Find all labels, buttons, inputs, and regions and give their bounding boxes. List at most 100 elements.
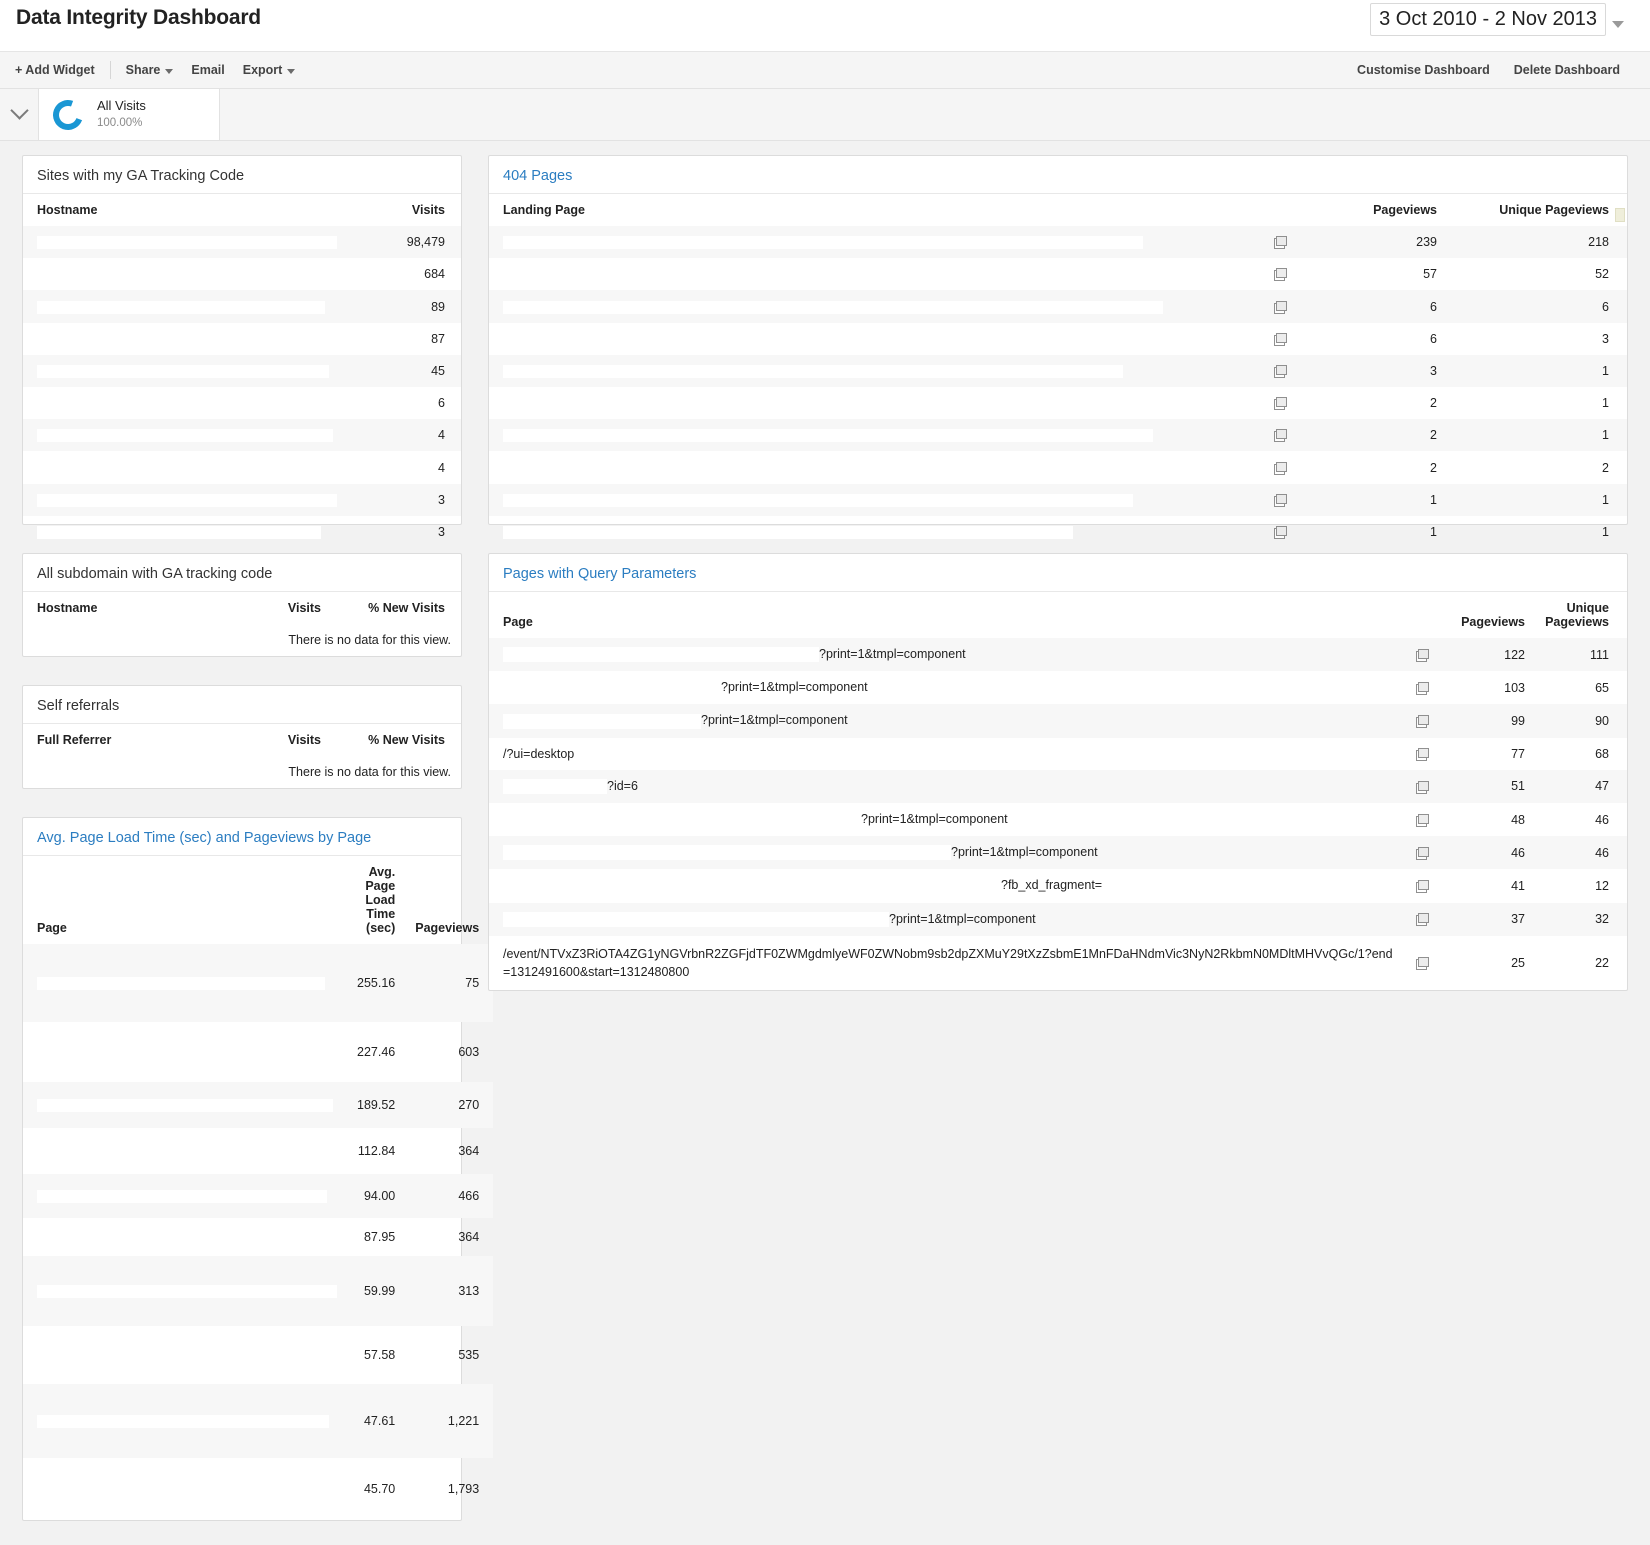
external-link-icon[interactable]	[1274, 397, 1287, 410]
table-row[interactable]: 4	[23, 451, 461, 483]
table-row[interactable]: ?print=1&tmpl=component 103 65	[489, 671, 1627, 704]
column-header-unique-pageviews[interactable]: Unique Pageviews	[1447, 194, 1627, 226]
column-header-hostname[interactable]: Hostname	[23, 194, 347, 226]
external-link-icon[interactable]	[1416, 682, 1429, 695]
open-in-new-window-cell[interactable]	[1264, 323, 1297, 355]
table-row[interactable]: 1 1	[489, 484, 1627, 516]
external-link-icon[interactable]	[1274, 365, 1287, 378]
table-row[interactable]: 94.00 466	[23, 1174, 493, 1218]
table-row[interactable]: 3 1	[489, 355, 1627, 387]
open-in-new-window-cell[interactable]	[1406, 936, 1439, 990]
table-row[interactable]: /event/NTVxZ3RiOTA4ZG1yNGVrbnR2ZGFjdTF0Z…	[489, 936, 1627, 990]
table-row[interactable]: 2 1	[489, 387, 1627, 419]
column-header-landing-page[interactable]: Landing Page	[489, 194, 1264, 226]
column-header-full-referrer[interactable]: Full Referrer	[23, 724, 211, 756]
external-link-icon[interactable]	[1274, 268, 1287, 281]
external-link-icon[interactable]	[1416, 957, 1429, 970]
open-in-new-window-cell[interactable]	[1406, 836, 1439, 869]
widget-title[interactable]: Pages with Query Parameters	[503, 566, 696, 582]
table-row[interactable]: 98,479	[23, 226, 461, 258]
table-row[interactable]: 189.52 270	[23, 1082, 493, 1128]
widget-title[interactable]: 404 Pages	[503, 168, 572, 184]
open-in-new-window-cell[interactable]	[1406, 738, 1439, 770]
table-row[interactable]: 6 6	[489, 290, 1627, 322]
table-row[interactable]: 45.70 1,793	[23, 1458, 493, 1520]
table-row[interactable]: 227.46 603	[23, 1022, 493, 1082]
open-in-new-window-cell[interactable]	[1264, 290, 1297, 322]
table-row[interactable]: ?print=1&tmpl=component 48 46	[489, 803, 1627, 836]
external-link-icon[interactable]	[1416, 649, 1429, 662]
table-row[interactable]: 2 1	[489, 419, 1627, 451]
external-link-icon[interactable]	[1274, 333, 1287, 346]
open-in-new-window-cell[interactable]	[1406, 869, 1439, 902]
table-row[interactable]: ?id=6 51 47	[489, 770, 1627, 803]
table-row[interactable]: ?print=1&tmpl=component 99 90	[489, 704, 1627, 737]
external-link-icon[interactable]	[1274, 236, 1287, 249]
table-row[interactable]: 239 218	[489, 226, 1627, 258]
chevron-down-icon[interactable]	[1612, 21, 1624, 28]
table-row[interactable]: 255.16 75	[23, 944, 493, 1022]
external-link-icon[interactable]	[1416, 847, 1429, 860]
open-in-new-window-cell[interactable]	[1406, 770, 1439, 803]
customise-dashboard-button[interactable]: Customise Dashboard	[1345, 59, 1502, 81]
table-row[interactable]: 87.95 364	[23, 1218, 493, 1256]
date-range-value[interactable]: 3 Oct 2010 - 2 Nov 2013	[1370, 3, 1606, 36]
segment-all-visits[interactable]: All Visits 100.00%	[38, 89, 220, 140]
delete-dashboard-button[interactable]: Delete Dashboard	[1502, 59, 1632, 81]
column-header-page[interactable]: Page	[23, 856, 347, 944]
column-header-visits[interactable]: Visits	[211, 724, 331, 756]
table-row[interactable]: ?fb_xd_fragment= 41 12	[489, 869, 1627, 902]
column-header-pageviews[interactable]: Pageviews	[405, 856, 493, 944]
open-in-new-window-cell[interactable]	[1264, 226, 1297, 258]
column-header-visits[interactable]: Visits	[347, 194, 461, 226]
table-row[interactable]: 87	[23, 323, 461, 355]
table-row[interactable]: 4	[23, 419, 461, 451]
segment-expand-toggle[interactable]	[0, 89, 38, 140]
table-row[interactable]: 45	[23, 355, 461, 387]
table-row[interactable]: 2 2	[489, 451, 1627, 483]
external-link-icon[interactable]	[1416, 748, 1429, 761]
open-in-new-window-cell[interactable]	[1264, 355, 1297, 387]
open-in-new-window-cell[interactable]	[1406, 638, 1439, 671]
table-row[interactable]: 57.58 535	[23, 1326, 493, 1384]
table-row[interactable]: ?print=1&tmpl=component 122 111	[489, 638, 1627, 671]
column-header-pageviews[interactable]: Pageviews	[1297, 194, 1447, 226]
table-row[interactable]: 6	[23, 387, 461, 419]
date-range-picker[interactable]: 3 Oct 2010 - 2 Nov 2013	[1370, 3, 1624, 36]
open-in-new-window-cell[interactable]	[1406, 803, 1439, 836]
external-link-icon[interactable]	[1416, 781, 1429, 794]
external-link-icon[interactable]	[1274, 494, 1287, 507]
table-row[interactable]: 47.61 1,221	[23, 1384, 493, 1458]
table-row[interactable]: 1 1	[489, 516, 1627, 548]
table-row[interactable]: 684	[23, 258, 461, 290]
share-button[interactable]: Share	[117, 59, 183, 81]
add-widget-button[interactable]: + Add Widget	[6, 59, 104, 81]
column-header-page[interactable]: Page	[489, 592, 1406, 638]
table-row[interactable]: 3	[23, 484, 461, 516]
table-row[interactable]: 57 52	[489, 258, 1627, 290]
column-header-hostname[interactable]: Hostname	[23, 592, 211, 624]
open-in-new-window-cell[interactable]	[1264, 387, 1297, 419]
open-in-new-window-cell[interactable]	[1264, 451, 1297, 483]
external-link-icon[interactable]	[1416, 814, 1429, 827]
open-in-new-window-cell[interactable]	[1406, 671, 1439, 704]
table-row[interactable]: 6 3	[489, 323, 1627, 355]
open-in-new-window-cell[interactable]	[1264, 258, 1297, 290]
column-header-pageviews[interactable]: Pageviews	[1439, 592, 1535, 638]
table-row[interactable]: 59.99 313	[23, 1256, 493, 1326]
external-link-icon[interactable]	[1416, 715, 1429, 728]
email-button[interactable]: Email	[182, 59, 233, 81]
table-row[interactable]: 112.84 364	[23, 1128, 493, 1174]
open-in-new-window-cell[interactable]	[1264, 484, 1297, 516]
table-row[interactable]: 3	[23, 516, 461, 548]
column-header-new-visits[interactable]: % New Visits	[331, 724, 461, 756]
open-in-new-window-cell[interactable]	[1264, 419, 1297, 451]
column-header-unique-pageviews[interactable]: Unique Pageviews	[1535, 592, 1627, 638]
external-link-icon[interactable]	[1274, 301, 1287, 314]
external-link-icon[interactable]	[1274, 429, 1287, 442]
table-row[interactable]: 89	[23, 290, 461, 322]
open-in-new-window-cell[interactable]	[1406, 903, 1439, 936]
external-link-icon[interactable]	[1416, 913, 1429, 926]
external-link-icon[interactable]	[1416, 880, 1429, 893]
table-row[interactable]: /?ui=desktop 77 68	[489, 738, 1627, 770]
